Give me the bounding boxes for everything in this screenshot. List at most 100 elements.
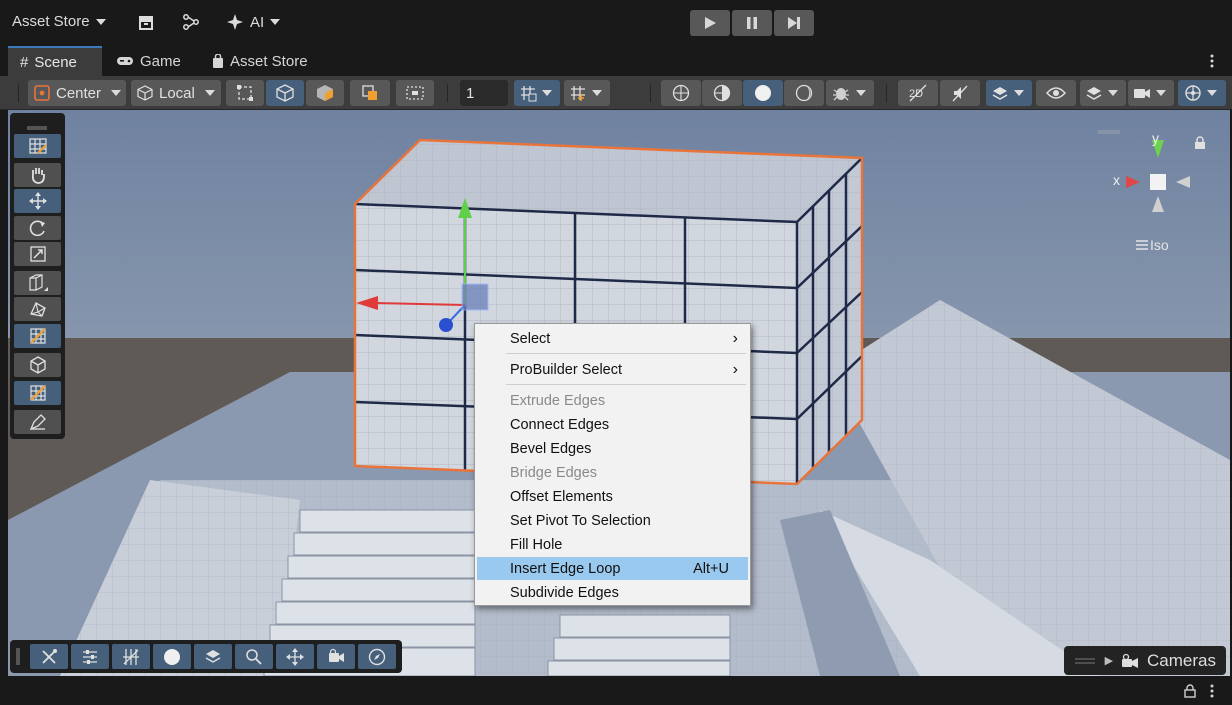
menu-item-set-pivot-to-selection[interactable]: Set Pivot To Selection — [477, 509, 748, 532]
gamepad-icon — [117, 57, 133, 65]
2d-toggle-button[interactable]: 2D — [898, 80, 938, 106]
shaded-button[interactable] — [743, 80, 783, 106]
pivot-rotation-dropdown[interactable]: Local — [131, 80, 221, 106]
orientation-gizmo[interactable]: y x Iso — [1098, 130, 1198, 253]
projection-toggle[interactable]: Iso — [1136, 237, 1169, 253]
vertex-mode-button[interactable] — [266, 80, 304, 106]
lighting-button[interactable] — [153, 644, 191, 669]
shaded-wireframe-button[interactable] — [702, 80, 742, 106]
tab-game[interactable]: Game — [104, 46, 193, 76]
layers-dropdown[interactable] — [1080, 80, 1126, 106]
probuilderize-tool[interactable] — [14, 353, 61, 377]
chevron-down-icon — [1156, 90, 1166, 96]
grid-increment-icon — [571, 86, 585, 101]
scale-icon — [29, 246, 46, 262]
scale-tool[interactable] — [14, 242, 61, 266]
sphere-solid-icon — [755, 85, 771, 101]
texture-mode-button[interactable] — [350, 80, 390, 106]
lock-icon[interactable] — [1184, 684, 1196, 698]
layer-visibility-button[interactable] — [194, 644, 232, 669]
play-controls — [690, 10, 814, 36]
gizmo-x-label: x — [1113, 172, 1120, 188]
menu-item-label: Set Pivot To Selection — [510, 512, 651, 529]
debug-draw-dropdown[interactable] — [826, 80, 874, 106]
pivot-mode-label: Center — [56, 84, 102, 102]
cube-face-icon — [317, 85, 333, 101]
pivot-rotation-label: Local — [159, 84, 195, 102]
object-mode-button[interactable] — [226, 80, 264, 106]
menu-separator — [506, 353, 746, 354]
chevron-down-icon — [204, 90, 215, 96]
grid-snap-icon — [521, 86, 537, 102]
grid-size-field[interactable]: 1 — [460, 80, 508, 106]
chevron-down-icon — [542, 90, 552, 96]
grid-edit-icon — [28, 138, 47, 154]
face-mode-button[interactable] — [306, 80, 344, 106]
menu-item-label: Insert Edge Loop — [510, 560, 621, 577]
drag-handle-icon[interactable] — [1098, 122, 1120, 134]
menu-item-select[interactable]: Select › — [477, 327, 748, 350]
menu-item-offset-elements[interactable]: Offset Elements — [477, 485, 748, 508]
cube-gear-icon — [29, 356, 46, 374]
step-button[interactable] — [774, 10, 814, 36]
menu-item-subdivide-edges[interactable]: Subdivide Edges — [477, 581, 748, 604]
version-control-icon[interactable] — [182, 13, 200, 31]
search-button[interactable] — [235, 644, 273, 669]
bag-icon — [213, 54, 223, 68]
component-settings-button[interactable] — [71, 644, 109, 669]
edit-shape-tool[interactable] — [14, 410, 61, 434]
chevron-down-icon — [270, 19, 281, 25]
play-button[interactable] — [690, 10, 730, 36]
tab-scene[interactable]: # Scene — [8, 46, 102, 76]
probuilder-grid-tool[interactable] — [14, 134, 61, 158]
pivot-center-icon — [34, 85, 50, 101]
increment-snap-dropdown[interactable] — [564, 80, 610, 106]
more-options-icon[interactable] — [1210, 54, 1214, 68]
globe-wire-icon — [672, 84, 690, 102]
rotate-tool[interactable] — [14, 216, 61, 240]
archive-icon[interactable] — [138, 14, 154, 30]
drag-handle-icon[interactable] — [16, 648, 20, 665]
menu-item-insert-edge-loop[interactable]: Insert Edge Loop Alt+U — [477, 557, 748, 580]
face-select-tool[interactable] — [14, 381, 61, 405]
drag-handle-icon[interactable] — [27, 118, 47, 130]
poly-shape-tool[interactable] — [14, 297, 61, 321]
pivot-mode-dropdown[interactable]: Center — [28, 80, 126, 106]
edge-select-tool[interactable] — [14, 324, 61, 348]
new-shape-tool[interactable] — [14, 271, 61, 295]
search-icon — [246, 648, 262, 665]
lock-icon[interactable] — [1194, 136, 1206, 150]
sparkle-icon — [227, 14, 243, 30]
grid-snap-dropdown[interactable] — [514, 80, 560, 106]
bounds-icon — [237, 85, 253, 101]
menu-item-bevel-edges[interactable]: Bevel Edges — [477, 437, 748, 460]
grid-settings-button[interactable] — [112, 644, 150, 669]
selection-mode-button[interactable] — [396, 80, 434, 106]
effects-dropdown[interactable] — [986, 80, 1032, 106]
tab-asset-store[interactable]: Asset Store — [200, 46, 320, 76]
scene-visibility-button[interactable] — [1036, 80, 1076, 106]
account-dropdown[interactable]: Asset Store — [0, 13, 106, 30]
menu-item-fill-hole[interactable]: Fill Hole — [477, 533, 748, 556]
audio-toggle-button[interactable] — [940, 80, 980, 106]
move-tool[interactable] — [14, 189, 61, 213]
hand-tool[interactable] — [14, 163, 61, 187]
account-dropdown-label: Asset Store — [12, 13, 90, 30]
menu-item-connect-edges[interactable]: Connect Edges — [477, 413, 748, 436]
unlit-button[interactable] — [784, 80, 824, 106]
pause-button[interactable] — [732, 10, 772, 36]
ai-dropdown[interactable]: AI — [226, 13, 281, 31]
tool-settings-button[interactable] — [30, 644, 68, 669]
tools-overlay — [10, 113, 65, 439]
gizmos-dropdown[interactable] — [1178, 80, 1226, 106]
camera-preview-button[interactable] — [317, 644, 355, 669]
navigation-button[interactable] — [358, 644, 396, 669]
transform-button[interactable] — [276, 644, 314, 669]
wireframe-shading-button[interactable] — [661, 80, 701, 106]
cameras-overlay[interactable]: ▶ Cameras — [1064, 646, 1226, 675]
sphere-unlit-icon — [795, 84, 813, 102]
more-options-icon[interactable] — [1210, 684, 1214, 698]
expand-arrow-icon: ▶ — [1104, 655, 1114, 667]
camera-settings-dropdown[interactable] — [1128, 80, 1174, 106]
menu-item-probuilder-select[interactable]: ProBuilder Select › — [477, 358, 748, 381]
